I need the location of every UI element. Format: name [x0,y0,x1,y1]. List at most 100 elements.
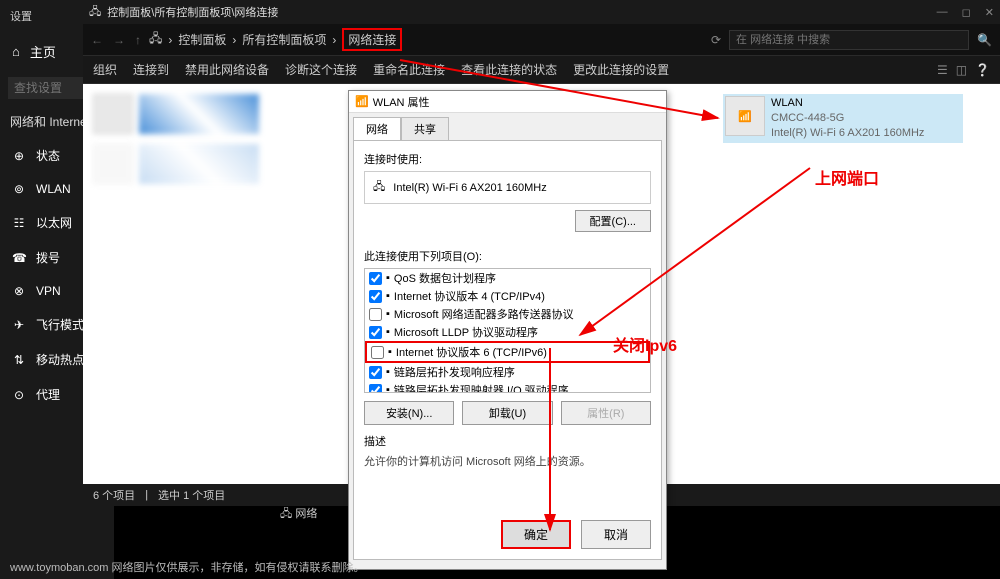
adapter-icon [93,94,133,134]
wlan-adapter: Intel(R) Wi-Fi 6 AX201 160MHz [771,126,924,141]
home-icon: ⌂ [12,44,20,59]
crumb-2[interactable]: 网络连接 [342,28,402,51]
desc-text: 允许你的计算机访问 Microsoft 网络上的资源。 [364,453,651,469]
protocol-list[interactable]: ▪QoS 数据包计划程序▪Internet 协议版本 4 (TCP/IPv4)▪… [364,268,651,393]
protocol-label: Microsoft LLDP 协议驱动程序 [394,324,538,340]
sidebar-icon: ✈ [12,318,26,332]
items-label: 此连接使用下列项目(O): [364,242,651,264]
home-label: 主页 [30,42,56,61]
ok-button[interactable]: 确定 [501,520,571,549]
protocol-label: Microsoft 网络适配器多路传送器协议 [394,306,574,322]
install-button[interactable]: 安装(N)... [364,401,454,425]
sidebar-label: 以太网 [36,214,72,231]
protocol-item[interactable]: ▪ Internet 协议版本 4 (TCP/IPv4) [365,287,650,305]
status-items: 6 个项目 [93,487,135,503]
sidebar-icon: ⊕ [12,149,26,163]
protocol-label: Internet 协议版本 4 (TCP/IPv4) [394,288,545,304]
protocol-checkbox[interactable] [369,308,382,321]
adapter-item[interactable] [93,94,259,134]
cp-title-path: 控制面板\所有控制面板项\网络连接 [107,4,278,20]
adapter-wlan[interactable]: 📶 WLAN CMCC-448-5G Intel(R) Wi-Fi 6 AX20… [723,94,963,143]
cp-addressbar: ← → ↑ 🖧 › 控制面板 › 所有控制面板项 › 网络连接 ⟳ 🔍 [83,24,1000,56]
protocol-checkbox[interactable] [371,346,384,359]
cancel-button[interactable]: 取消 [581,520,651,549]
sidebar-label: VPN [36,284,61,298]
sidebar-icon: ⊗ [12,284,26,298]
nav-up-icon[interactable]: ↑ [135,33,141,47]
protocol-item[interactable]: ▪ Microsoft LLDP 协议驱动程序 [365,323,650,341]
protocol-item[interactable]: ▪ Microsoft 网络适配器多路传送器协议 [365,305,650,323]
toolbar-item[interactable]: 禁用此网络设备 [185,61,269,78]
connect-label: 连接时使用: [364,151,651,167]
protocol-label: 链路层拓扑发现响应程序 [394,364,515,380]
network-icon: 🖧 [89,3,101,22]
search-icon[interactable]: 🔍 [977,33,992,47]
folder-icon: 🖧 [149,29,162,50]
protocol-icon: ▪ [386,290,390,302]
protocol-label: 链路层拓扑发现映射器 I/O 驱动程序 [394,382,569,393]
protocol-label: Internet 协议版本 6 (TCP/IPv6) [396,344,547,360]
close-icon[interactable]: ✕ [985,6,994,19]
dlg-titlebar: 📶 WLAN 属性 [349,91,666,113]
toolbar-item[interactable]: 查看此连接的状态 [461,61,557,78]
maximize-icon[interactable]: ◻ [962,6,971,19]
toolbar-item[interactable]: 诊断这个连接 [285,61,357,78]
protocol-item[interactable]: ▪ Internet 协议版本 6 (TCP/IPv6) [365,341,650,363]
properties-button[interactable]: 属性(R) [561,401,651,425]
desc-label: 描述 [364,433,651,449]
protocol-icon: ▪ [386,308,390,320]
protocol-checkbox[interactable] [369,366,382,379]
toolbar-item[interactable]: 连接到 [133,61,169,78]
wlan-name: WLAN [771,96,924,111]
protocol-checkbox[interactable] [369,290,382,303]
toolbar-item[interactable]: 更改此连接的设置 [573,61,669,78]
minimize-icon[interactable]: — [937,6,948,19]
nav-forward-icon[interactable]: → [113,33,125,47]
toolbar-item[interactable]: 重命名此连接 [373,61,445,78]
sidebar-icon: ⊚ [12,182,26,196]
protocol-icon: ▪ [388,346,392,358]
breadcrumb[interactable]: 🖧 › 控制面板 › 所有控制面板项 › 网络连接 [149,28,703,51]
wlan-icon: 📶 [355,95,369,108]
status-sep: | [145,489,148,501]
cp-toolbar: 组织连接到禁用此网络设备诊断这个连接重命名此连接查看此连接的状态更改此连接的设置… [83,56,1000,84]
tab-network[interactable]: 网络 [353,117,401,140]
protocol-icon: ▪ [386,326,390,338]
protocol-checkbox[interactable] [369,326,382,339]
protocol-item[interactable]: ▪ 链路层拓扑发现映射器 I/O 驱动程序 [365,381,650,393]
protocol-checkbox[interactable] [369,384,382,394]
bottom-network-icon: 🖧 网络 [280,505,317,524]
toolbar-item[interactable]: 组织 [93,61,117,78]
sidebar-label: WLAN [36,182,71,196]
crumb-1[interactable]: 所有控制面板项 [242,31,326,48]
tab-share[interactable]: 共享 [401,117,449,140]
sidebar-label: 移动热点 [36,351,84,368]
refresh-icon[interactable]: ⟳ [711,33,721,47]
cp-search-input[interactable] [729,30,969,50]
sidebar-label: 飞行模式 [36,316,84,333]
configure-button[interactable]: 配置(C)... [575,210,651,232]
protocol-item[interactable]: ▪链路层拓扑发现响应程序 [365,363,650,381]
protocol-checkbox[interactable] [369,272,382,285]
crumb-0[interactable]: 控制面板 [178,31,226,48]
adapter-item[interactable] [93,144,259,184]
help-icon[interactable]: ❔ [975,63,990,77]
view-icon[interactable]: ☰ [937,63,948,77]
crumb-sep: › [332,33,336,47]
sidebar-icon: ⇅ [12,353,26,367]
preview-icon[interactable]: ◫ [956,63,967,77]
wlan-properties-dialog: 📶 WLAN 属性 网络 共享 连接时使用: 🖧 Intel(R) Wi-Fi … [348,90,667,570]
footer-text: www.toymoban.com 网络图片仅供展示，非存储，如有侵权请联系删除。 [10,559,364,575]
protocol-label: QoS 数据包计划程序 [394,270,496,286]
sidebar-label: 代理 [36,386,60,403]
crumb-sep: › [168,33,172,47]
wlan-icon: 📶 [725,96,765,136]
protocol-icon: ▪ [386,384,390,393]
uninstall-button[interactable]: 卸载(U) [462,401,552,425]
sidebar-icon: ☎ [12,251,26,265]
nav-back-icon[interactable]: ← [91,33,103,47]
sidebar-label: 拨号 [36,249,60,266]
protocol-item[interactable]: ▪QoS 数据包计划程序 [365,269,650,287]
status-selected: 选中 1 个项目 [158,487,225,503]
crumb-sep: › [232,33,236,47]
